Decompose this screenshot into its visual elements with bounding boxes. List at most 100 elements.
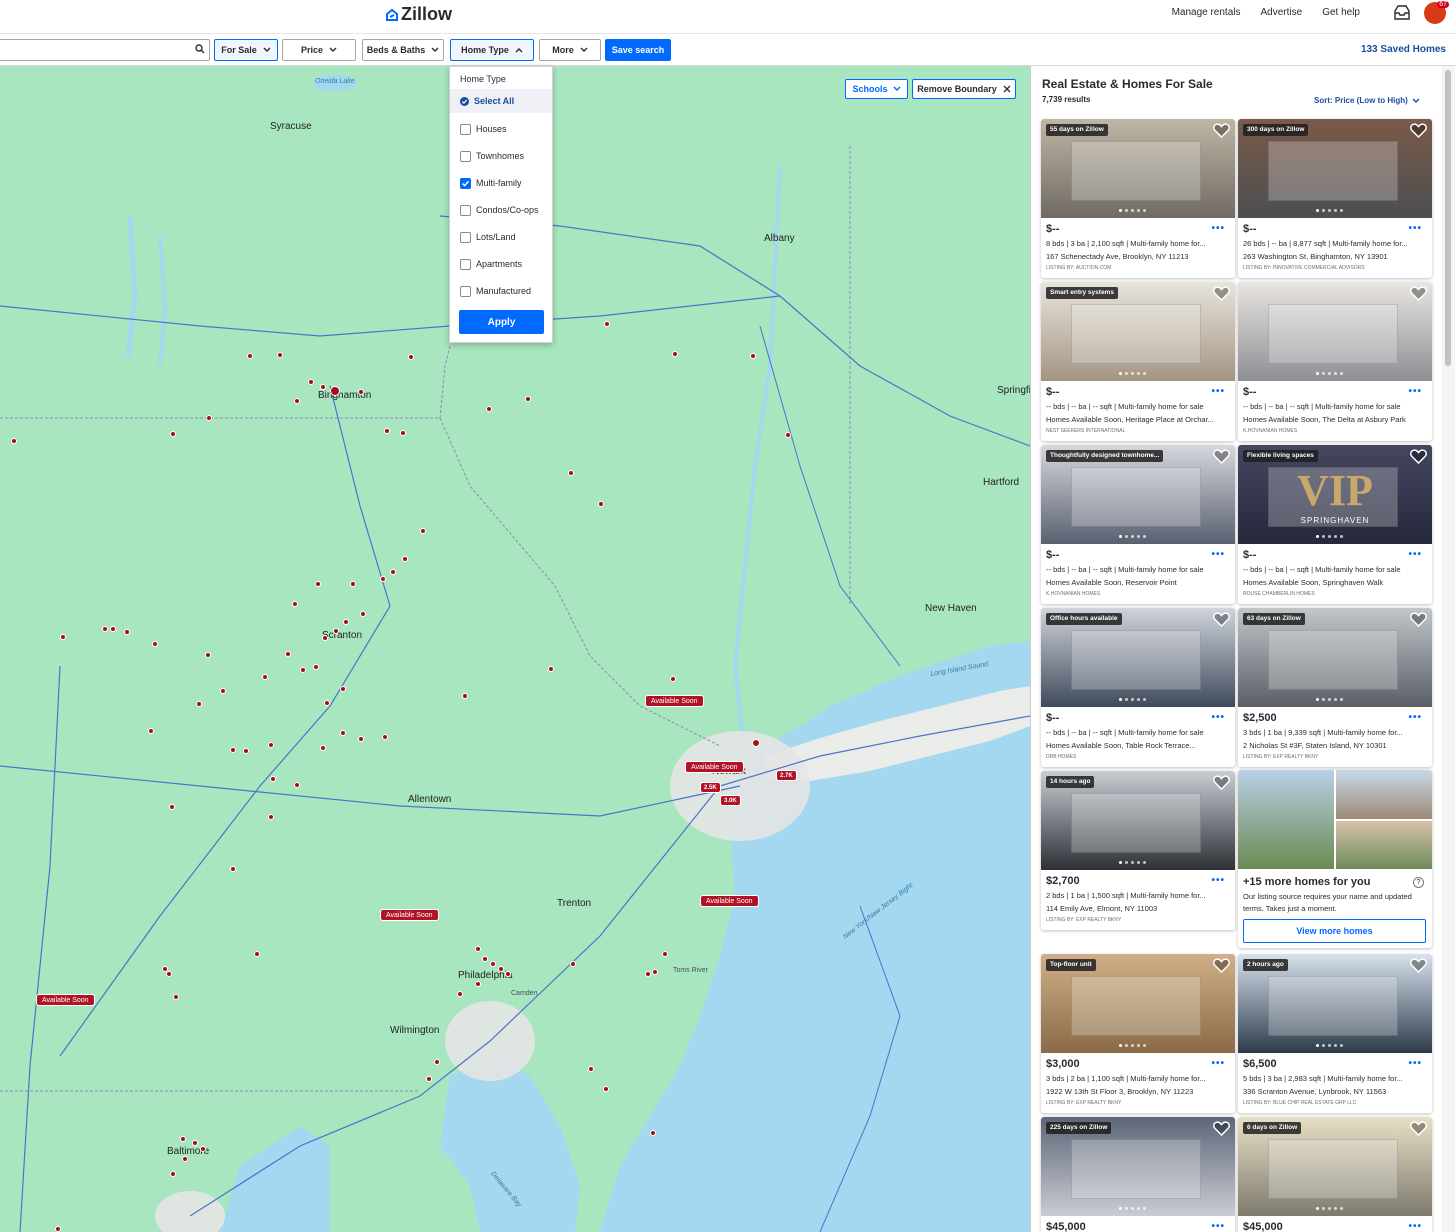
heart-icon[interactable]	[1213, 958, 1230, 973]
photo-carousel-dots[interactable]	[1316, 209, 1343, 212]
map-pin[interactable]	[588, 1066, 594, 1072]
map-pin-cluster[interactable]	[330, 386, 340, 396]
home-type-condos[interactable]: Condos/Co-ops	[460, 203, 539, 217]
listing-address[interactable]: 1922 W 13th St Floor 3, Brooklyn, NY 112…	[1046, 1087, 1232, 1096]
more-options-button[interactable]: •••	[1408, 712, 1422, 723]
more-options-button[interactable]: •••	[1408, 1221, 1422, 1232]
save-search-button[interactable]: Save search	[605, 39, 671, 61]
map-pin[interactable]	[498, 966, 504, 972]
listing-card[interactable]: $-- ••• -- bds | -- ba | -- sqft | Multi-f…	[1238, 282, 1432, 441]
map-pin[interactable]	[360, 611, 366, 617]
listing-address[interactable]: Homes Available Soon, Springhaven Walk	[1243, 578, 1429, 587]
map-pin[interactable]	[343, 619, 349, 625]
map-pin[interactable]	[180, 1136, 186, 1142]
listing-address[interactable]: Homes Available Soon, Reservoir Point	[1046, 578, 1232, 587]
listing-address[interactable]: Homes Available Soon, Heritage Place at …	[1046, 415, 1232, 424]
map-pin[interactable]	[380, 576, 386, 582]
photo-carousel-dots[interactable]	[1119, 1207, 1146, 1210]
map-pin[interactable]	[358, 389, 364, 395]
listing-card[interactable]: 225 days on Zillow $45,000 •••	[1041, 1117, 1235, 1232]
map-pin[interactable]	[285, 651, 291, 657]
map-pin[interactable]	[124, 629, 130, 635]
sort-dropdown[interactable]: Sort: Price (Low to High)	[1314, 96, 1420, 105]
listing-address[interactable]: Homes Available Soon, Table Rock Terrace…	[1046, 741, 1232, 750]
home-type-apartments[interactable]: Apartments	[460, 257, 522, 271]
map-pin[interactable]	[490, 961, 496, 967]
listing-card[interactable]: 6 days on Zillow $45,000 •••	[1238, 1117, 1432, 1232]
photo-carousel-dots[interactable]	[1316, 1044, 1343, 1047]
photo-carousel-dots[interactable]	[1119, 535, 1146, 538]
heart-icon[interactable]	[1213, 123, 1230, 138]
map-pin[interactable]	[320, 384, 326, 390]
map-pin[interactable]	[243, 748, 249, 754]
map-pin[interactable]	[603, 1086, 609, 1092]
heart-icon[interactable]	[1410, 958, 1427, 973]
apartments-checkbox[interactable]	[460, 258, 471, 270]
listing-card[interactable]: 55 days on Zillow $-- ••• 8 bds | 3 ba | 2,…	[1041, 119, 1235, 278]
beds-baths-filter-button[interactable]: Beds & Baths	[362, 39, 444, 61]
map-pin[interactable]	[292, 601, 298, 607]
map-pin[interactable]	[598, 501, 604, 507]
listing-address[interactable]: 263 Washington St, Binghamton, NY 13901	[1243, 252, 1429, 261]
home-type-lots-land[interactable]: Lots/Land	[460, 230, 516, 244]
heart-icon[interactable]	[1410, 449, 1427, 464]
listing-card[interactable]: 300 days on Zillow $-- ••• 26 bds | -- ba |…	[1238, 119, 1432, 278]
inbox-icon[interactable]	[1393, 5, 1411, 21]
map-pin[interactable]	[604, 321, 610, 327]
search-icon[interactable]	[195, 44, 205, 54]
available-soon-tag[interactable]: Available Soon	[645, 695, 704, 707]
photo-carousel-dots[interactable]	[1119, 698, 1146, 701]
map-pin[interactable]	[322, 635, 328, 641]
available-soon-tag[interactable]: Available Soon	[700, 895, 759, 907]
schools-button[interactable]: Schools	[845, 79, 908, 99]
manufactured-checkbox[interactable]	[460, 285, 471, 297]
map-pin[interactable]	[247, 353, 253, 359]
more-options-button[interactable]: •••	[1408, 1058, 1422, 1069]
map-pin[interactable]	[268, 742, 274, 748]
map-pin[interactable]	[148, 728, 154, 734]
photo-carousel-dots[interactable]	[1119, 1044, 1146, 1047]
listing-card[interactable]: Smart entry systems $-- ••• -- bds | -- ba …	[1041, 282, 1235, 441]
map-pin[interactable]	[206, 415, 212, 421]
for-sale-filter-button[interactable]: For Sale	[214, 39, 278, 61]
map-pin[interactable]	[11, 438, 17, 444]
more-options-button[interactable]: •••	[1211, 549, 1225, 560]
listing-card[interactable]: 2 hours ago $6,500 ••• 5 bds | 3 ba | 2,983…	[1238, 954, 1432, 1113]
map-pin[interactable]	[475, 946, 481, 952]
map-pin[interactable]	[400, 430, 406, 436]
map-pin[interactable]	[402, 556, 408, 562]
listing-card[interactable]: VIP SPRINGHAVEN Flexible living spaces $-- •…	[1238, 445, 1432, 604]
listing-address[interactable]: 114 Emily Ave, Elmont, NY 11003	[1046, 904, 1232, 913]
price-filter-button[interactable]: Price	[282, 39, 356, 61]
map-pin[interactable]	[426, 1076, 432, 1082]
heart-icon[interactable]	[1410, 286, 1427, 301]
apply-button[interactable]: Apply	[459, 310, 544, 334]
map-pin[interactable]	[462, 693, 468, 699]
heart-icon[interactable]	[1213, 1121, 1230, 1136]
map-pin[interactable]	[568, 470, 574, 476]
more-options-button[interactable]: •••	[1211, 223, 1225, 234]
map-pin[interactable]	[652, 969, 658, 975]
heart-icon[interactable]	[1410, 612, 1427, 627]
map-pin[interactable]	[262, 674, 268, 680]
map-cluster[interactable]: 3.0K	[720, 795, 741, 806]
home-type-multi-family[interactable]: Multi-family	[460, 176, 522, 190]
houses-checkbox[interactable]	[460, 123, 471, 135]
map-pin[interactable]	[645, 971, 651, 977]
map-pin[interactable]	[662, 951, 668, 957]
map-pin[interactable]	[408, 354, 414, 360]
map-pin[interactable]	[340, 730, 346, 736]
map-pin[interactable]	[173, 994, 179, 1000]
map-pin[interactable]	[672, 351, 678, 357]
map-pin[interactable]	[548, 666, 554, 672]
photo-carousel-dots[interactable]	[1119, 209, 1146, 212]
avatar[interactable]: 67	[1424, 1, 1449, 24]
map-pin[interactable]	[315, 581, 321, 587]
photo-carousel-dots[interactable]	[1316, 535, 1343, 538]
map-pin[interactable]	[420, 528, 426, 534]
nav-get-help[interactable]: Get help	[1322, 7, 1360, 18]
map-pin[interactable]	[110, 626, 116, 632]
map-pin[interactable]	[384, 428, 390, 434]
photo-carousel-dots[interactable]	[1316, 698, 1343, 701]
available-soon-tag[interactable]: Available Soon	[380, 909, 439, 921]
